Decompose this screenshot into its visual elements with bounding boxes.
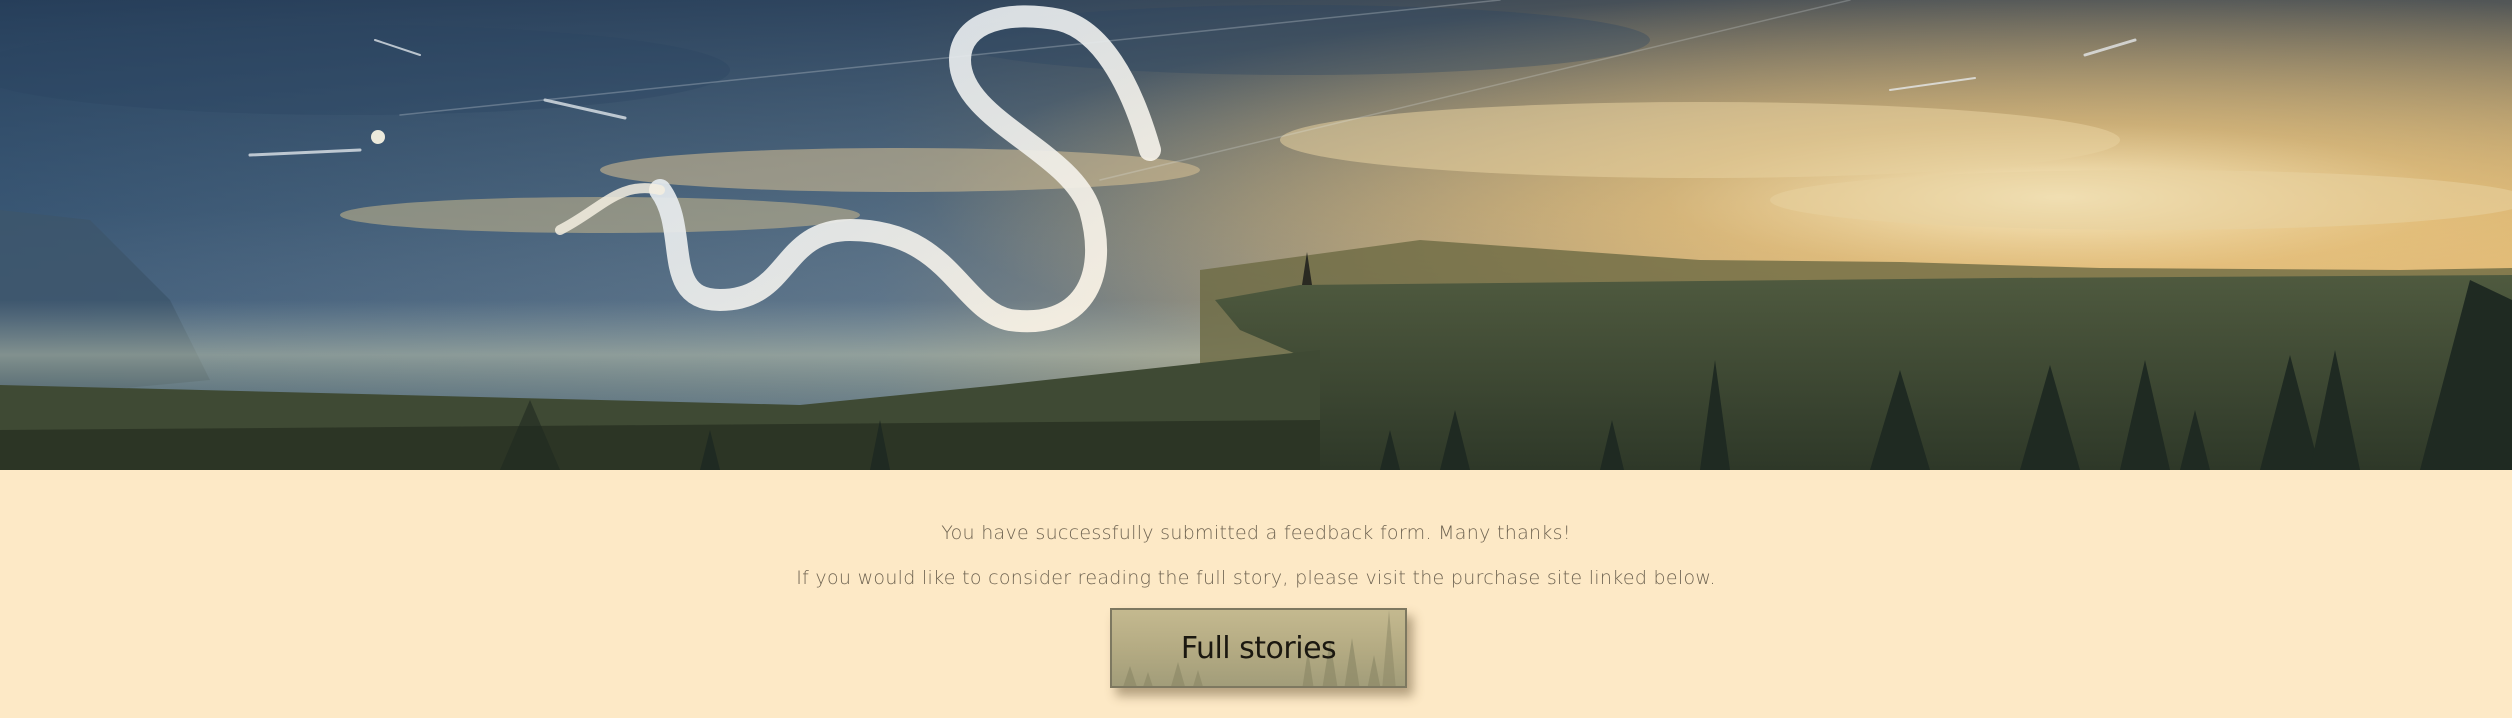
hero-banner — [0, 0, 2512, 470]
full-stories-label: Full stories — [1180, 630, 1337, 666]
purchase-invitation-message: If you would like to consider reading th… — [796, 567, 1716, 589]
full-stories-button[interactable]: Full stories — [1110, 608, 1407, 688]
landscape-illustration — [0, 0, 2512, 470]
confirmation-section: You have successfully submitted a feedba… — [0, 470, 2512, 718]
success-message: You have successfully submitted a feedba… — [941, 522, 1571, 544]
